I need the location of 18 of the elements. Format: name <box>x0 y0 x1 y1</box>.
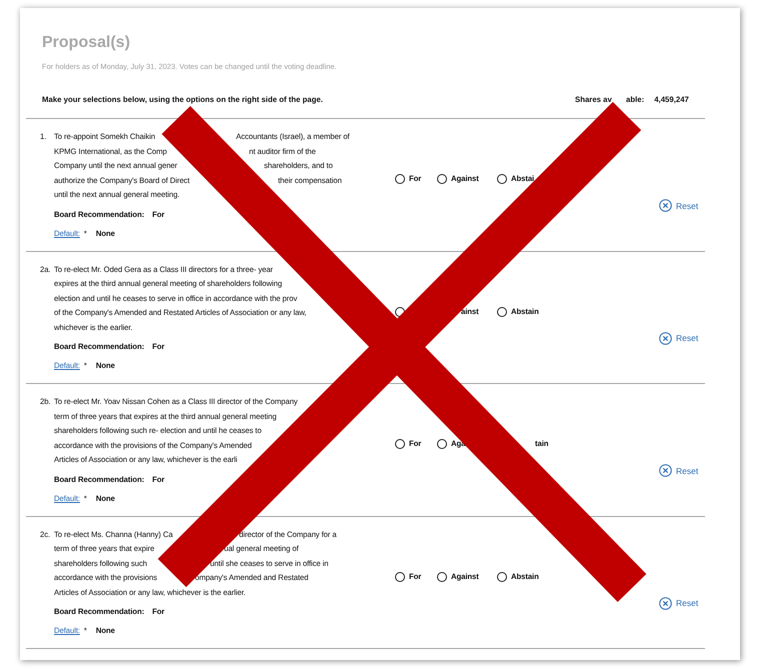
reset-button[interactable]: Reset <box>659 464 698 477</box>
radio-button[interactable] <box>437 174 447 184</box>
radio-button[interactable] <box>395 439 405 450</box>
radio-button[interactable] <box>437 572 447 582</box>
radio-button[interactable] <box>395 174 405 184</box>
radio-button[interactable] <box>497 174 507 184</box>
x-circle-icon <box>659 199 672 212</box>
radio-button[interactable] <box>395 572 405 582</box>
reset-button[interactable]: Reset <box>659 332 698 344</box>
x-circle-icon <box>659 464 672 477</box>
reset-button[interactable]: Reset <box>659 596 698 610</box>
radio-button[interactable] <box>497 306 507 317</box>
page-title: Proposal(s) <box>42 33 132 53</box>
x-circle-icon <box>659 596 672 610</box>
radio-button[interactable] <box>497 572 507 582</box>
x-circle-icon <box>659 332 672 344</box>
reset-button[interactable]: Reset <box>659 199 698 212</box>
radio-button[interactable] <box>437 439 447 450</box>
